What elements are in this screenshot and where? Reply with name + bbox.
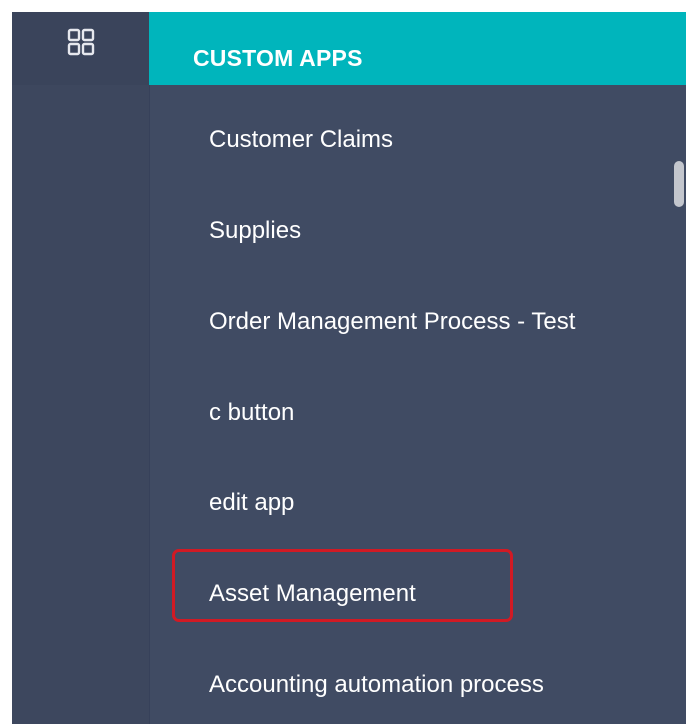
app-item-order-management-process-test[interactable]: Order Management Process - Test [209, 307, 575, 337]
grid-apps-icon[interactable] [66, 27, 96, 57]
app-item-supplies[interactable]: Supplies [209, 216, 301, 246]
app-item-edit-app[interactable]: edit app [209, 488, 294, 518]
custom-apps-menu: CUSTOM APPS Customer Claims Supplies Ord… [12, 12, 686, 724]
scrollbar-thumb[interactable] [674, 161, 684, 207]
menu-title: CUSTOM APPS [193, 45, 363, 71]
apps-launcher[interactable] [12, 12, 149, 85]
app-item-accounting-automation-process[interactable]: Accounting automation process [209, 670, 544, 700]
app-item-c-button[interactable]: c button [209, 398, 294, 428]
app-list: Customer Claims Supplies Order Managemen… [149, 85, 686, 724]
menu-header: CUSTOM APPS [149, 12, 686, 85]
left-rail [12, 12, 150, 724]
app-item-asset-management[interactable]: Asset Management [209, 579, 416, 609]
app-item-customer-claims[interactable]: Customer Claims [209, 125, 393, 155]
